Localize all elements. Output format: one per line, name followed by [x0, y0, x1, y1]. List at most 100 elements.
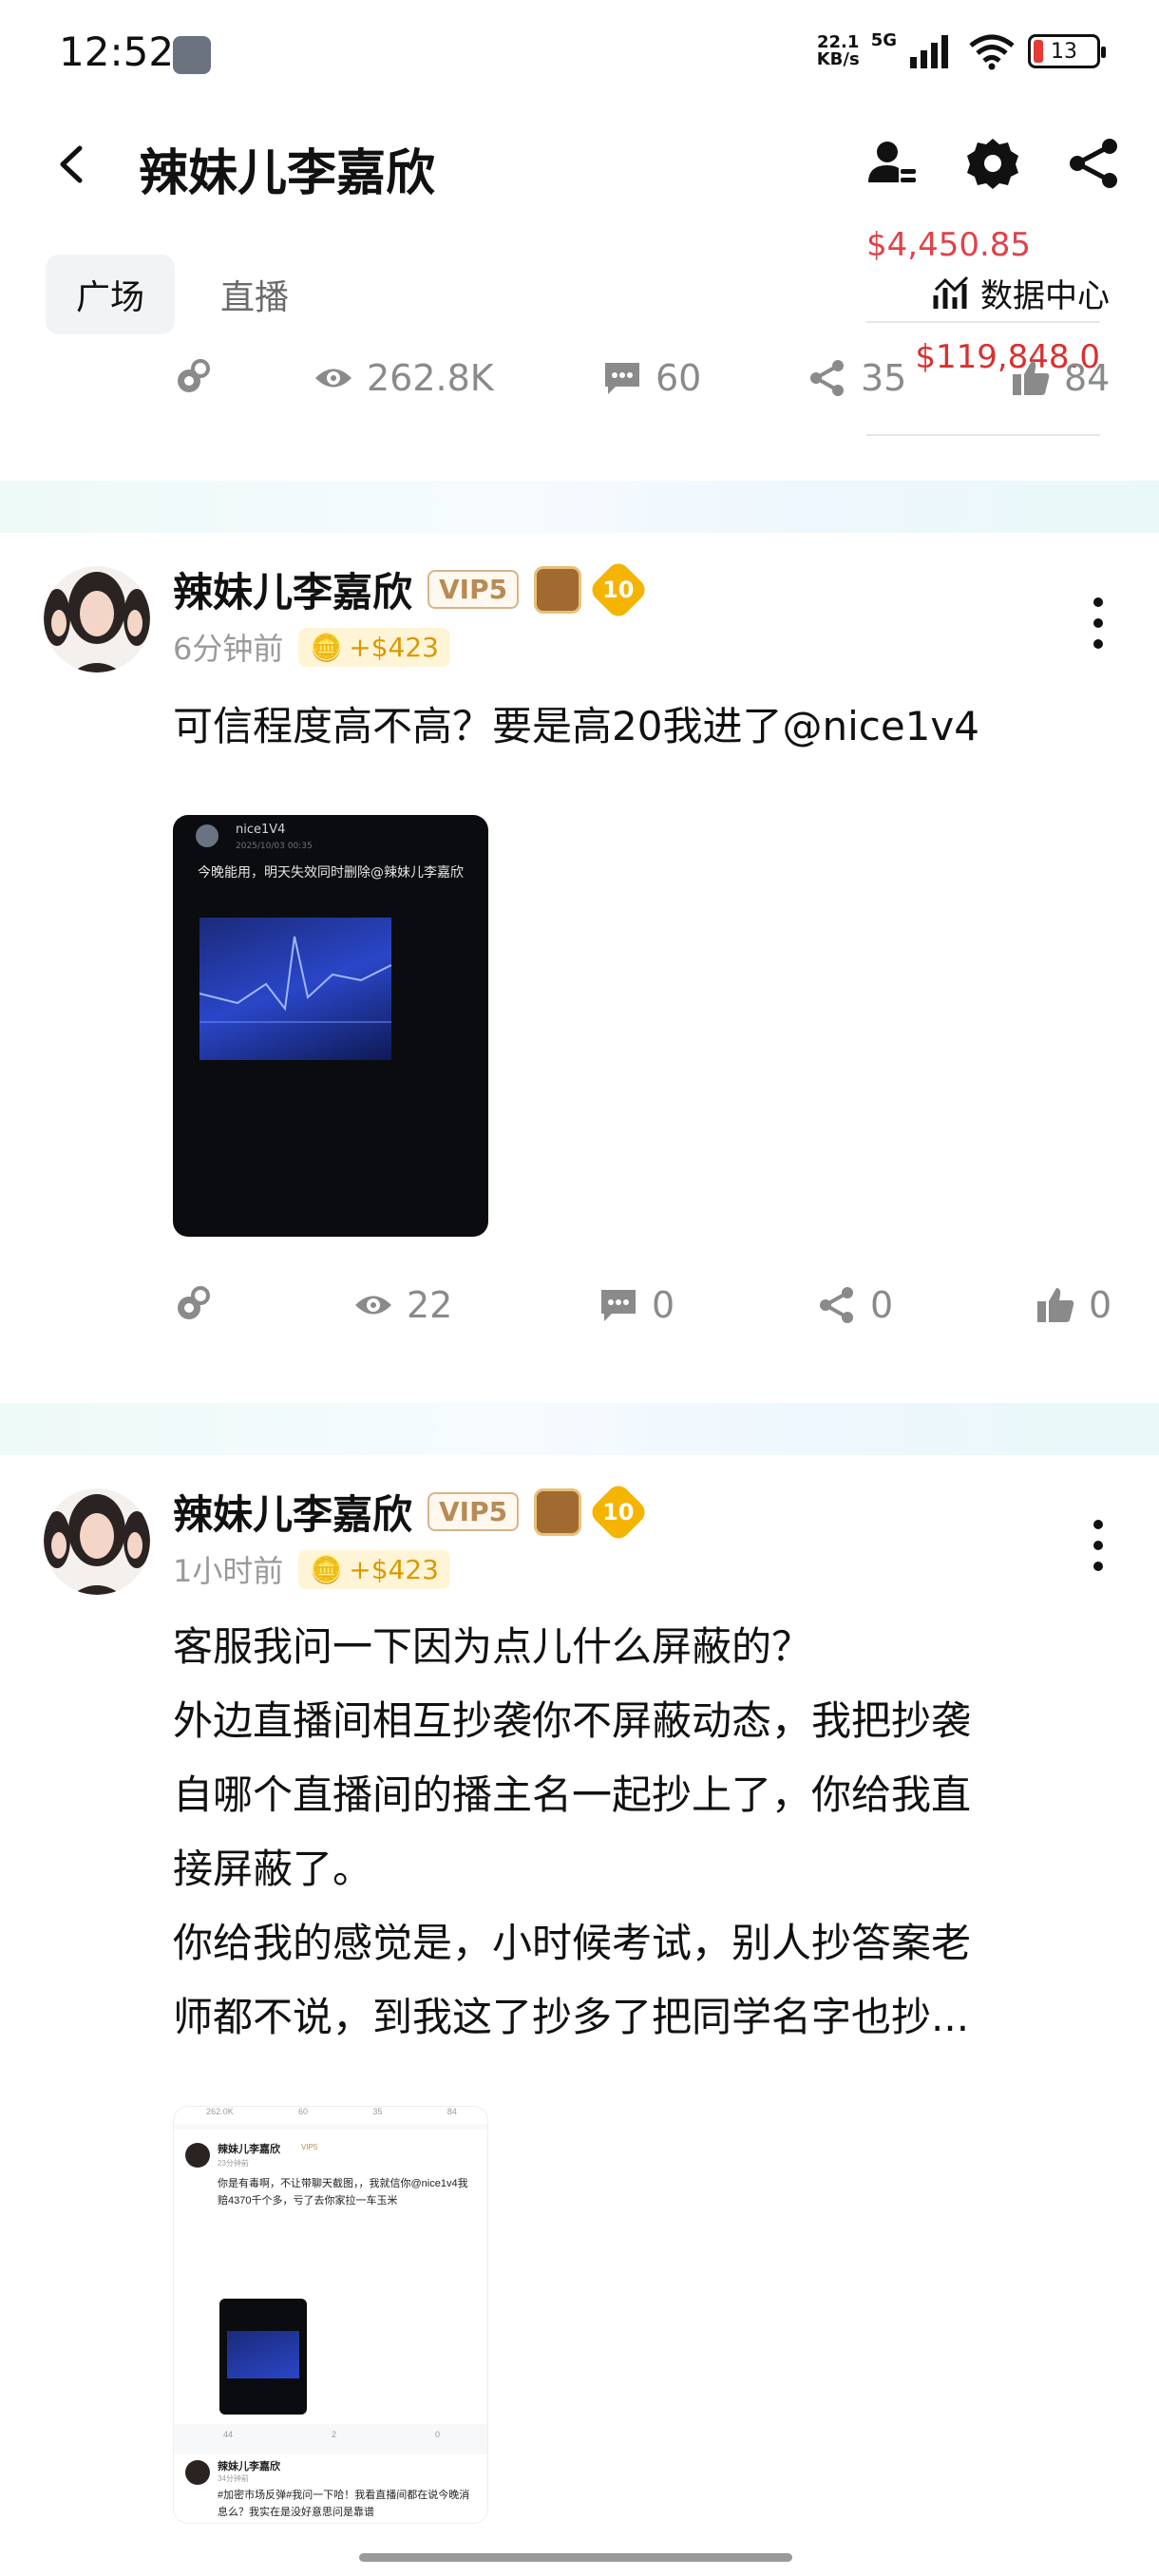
post-text: 可信程度高不高？要是高20我进了@nice1v4: [173, 703, 979, 749]
avatar-image: [44, 1488, 150, 1595]
thumb-post: 辣妹儿李嘉欣 VIP5 23分钟前 你是有毒啊，不让带聊天截图，，我就信你@ni…: [174, 2130, 487, 2424]
post-card: 辣妹儿李嘉欣 VIP5 10 1小时前 🪙 +$423 客服我问一下因为点儿什么…: [0, 1480, 1159, 2576]
battery-icon: 13: [1028, 34, 1106, 68]
thumb-stats: 262.0K 60 35 84: [174, 2107, 487, 2124]
author-line: 辣妹儿李嘉欣 VIP5 10: [173, 558, 650, 621]
link-icon: [178, 359, 210, 392]
post-time: 1小时前: [173, 1553, 284, 1589]
avatar-image: [44, 566, 150, 672]
thumb-author: 辣妹儿李嘉欣: [218, 2144, 280, 2155]
thumbs-up-icon: [1037, 1288, 1074, 1322]
net-speed: 22.1 KB/s: [816, 32, 860, 69]
repost-stat[interactable]: [173, 357, 213, 397]
wifi-icon: [969, 34, 1015, 70]
post-text-line: 客服我问一下因为点儿什么屏蔽的？: [173, 1623, 812, 1670]
tip-badge: 🪙 +$423: [298, 627, 450, 667]
user-manage-icon[interactable]: [863, 135, 920, 192]
status-time: 12:52: [59, 28, 175, 75]
tab-square[interactable]: 广场: [46, 255, 176, 334]
author-name[interactable]: 辣妹儿李嘉欣: [173, 1483, 412, 1541]
post-text-line: 接屏蔽了。: [173, 1846, 373, 1892]
post-image[interactable]: 262.0K 60 35 84 辣妹儿李嘉欣 VIP5 23分钟前 你是有毒啊，…: [173, 2106, 488, 2524]
data-center-button[interactable]: 数据中心: [933, 270, 1110, 316]
inner-screenshot: [199, 918, 392, 1060]
inner-chart-graphic: [199, 936, 392, 1023]
section-divider: [0, 481, 1159, 533]
likes-stat[interactable]: 84: [1011, 357, 1110, 399]
chart-trend-icon: [933, 275, 969, 309]
likes-stat[interactable]: 0: [1036, 1284, 1112, 1326]
thumb-vip: VIP5: [301, 2143, 318, 2151]
eye-icon: [315, 369, 352, 388]
thumb-text-2: #加密市场反弹#我问一下哈！我看直播间都在说今晚消息么？我实在是没好意思问是靠谱: [218, 2490, 470, 2518]
summary-stats: 262.8K 60 35 84: [0, 357, 1159, 424]
share-icon: [810, 360, 844, 396]
status-bar: 12:52 22.1 KB/s 5G 13: [0, 0, 1159, 109]
tab-live[interactable]: 直播: [190, 255, 319, 334]
thumb-author-2: 辣妹儿李嘉欣: [218, 2461, 280, 2472]
author-line: 辣妹儿李嘉欣 VIP5 10: [173, 1480, 650, 1544]
likes-count: 0: [1089, 1284, 1112, 1326]
post-meta: 6分钟前 🪙 +$423: [173, 625, 450, 669]
comments-count: 0: [652, 1284, 675, 1326]
post-text-line: 师都不说，到我这了抄多了把同学名字也抄...: [173, 1994, 970, 2040]
thumb-stats-2: 44 2 0: [222, 2430, 440, 2439]
post-meta: 1小时前 🪙 +$423: [173, 1547, 450, 1591]
medal-icon: [534, 565, 582, 614]
network-type: 5G: [870, 29, 897, 50]
section-divider: [0, 1403, 1159, 1455]
post-image[interactable]: nice1V4 2025/10/03 00:35 今晚能用，明天失效同时删除@辣…: [173, 815, 488, 1237]
page-title: 辣妹儿李嘉欣: [139, 145, 436, 202]
avatar[interactable]: [44, 1488, 150, 1595]
comments-stat[interactable]: 0: [598, 1284, 674, 1326]
thumb-time-2: 34分钟前: [218, 2474, 249, 2483]
views-count: 262.8K: [367, 357, 494, 399]
post-text-line: 外边直播间相互抄袭你不屏蔽动态，我把抄袭: [173, 1697, 972, 1744]
post-card: 辣妹儿李嘉欣 VIP5 10 6分钟前 🪙 +$423 可信程度高不高？要是高2…: [0, 558, 1159, 1396]
more-options-icon[interactable]: [1087, 1517, 1110, 1574]
thumbs-up-icon: [1013, 361, 1050, 395]
views-stat: 22: [353, 1284, 452, 1326]
thumb-text: 你是有毒啊，不让带聊天截图，，我就信你@nice1v4我赔4370千个多，亏了去…: [218, 2178, 468, 2207]
medal-icon: [534, 1487, 582, 1536]
battery-text: 13: [1051, 39, 1077, 64]
divider: [866, 434, 1100, 436]
comment-icon: [601, 1290, 636, 1321]
vip-badge: VIP5: [428, 570, 520, 609]
share-icon[interactable]: [1066, 135, 1123, 192]
inner-text: 今晚能用，明天失效同时删除@辣妹儿李嘉欣: [198, 865, 464, 881]
post-text-line: 你给我的感觉是，小时候考试，别人抄答案老: [173, 1920, 972, 1966]
avatar[interactable]: [44, 566, 150, 672]
repost-stat[interactable]: [173, 1284, 213, 1324]
earnings-amount: $4,450.85: [866, 226, 1032, 264]
link-icon: [178, 1286, 210, 1319]
post-text: 客服我问一下因为点儿什么屏蔽的？ 外边直播间相互抄袭你不屏蔽动态，我把抄袭 自哪…: [173, 1610, 1113, 2055]
inner-username: nice1V4: [236, 823, 286, 837]
shares-count: 0: [870, 1284, 894, 1326]
post-time: 6分钟前: [173, 631, 284, 667]
back-icon[interactable]: [49, 141, 97, 188]
gear-icon[interactable]: [964, 135, 1021, 192]
eye-icon: [355, 1296, 391, 1315]
comments-count: 60: [656, 357, 702, 399]
level-badge: 10: [587, 1480, 650, 1544]
shares-stat[interactable]: 35: [808, 357, 906, 399]
divider: [866, 321, 1100, 323]
signal-icon: [910, 35, 948, 68]
more-options-icon[interactable]: [1087, 595, 1110, 652]
likes-count: 84: [1064, 357, 1111, 399]
page-header: 辣妹儿李嘉欣: [0, 112, 1159, 217]
coin-icon: 🪙: [310, 1553, 344, 1585]
author-name[interactable]: 辣妹儿李嘉欣: [173, 560, 412, 618]
thumb-post-2: 辣妹儿李嘉欣 34分钟前 #加密市场反弹#我问一下哈！我看直播间都在说今晚消息么…: [174, 2454, 487, 2523]
home-indicator[interactable]: [359, 2553, 792, 2562]
level-badge: 10: [587, 558, 650, 621]
tab-bar: 广场 直播: [46, 255, 319, 334]
earnings-panel: $4,450.85: [866, 226, 1100, 264]
comments-stat[interactable]: 60: [602, 357, 701, 399]
views-stat: 262.8K: [314, 357, 494, 399]
thumb-image: [219, 2299, 307, 2415]
shares-stat[interactable]: 0: [817, 1284, 893, 1326]
comment-icon: [605, 363, 639, 394]
inner-date: 2025/10/03 00:35: [236, 842, 313, 851]
